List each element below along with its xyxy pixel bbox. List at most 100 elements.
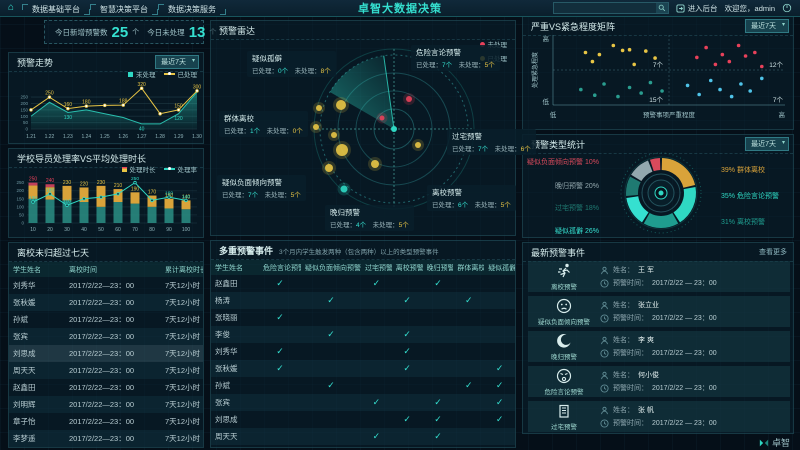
event-item[interactable]: 危险言论预警姓名：何小俊预警时间：2017/2/22 — 23：00 xyxy=(528,366,790,397)
leave-table-header: 学生姓名 离校时间 累计离校时长 xyxy=(9,262,203,277)
cell-name: 章子怡 xyxy=(9,416,65,427)
cell-time: 2017/2/22—23：00 xyxy=(65,348,161,359)
donut-label-离校预警: 31% 离校预警 xyxy=(721,217,765,227)
radar-node-5[interactable]: 晚归预警已处理：4个 未处理：5个 xyxy=(325,205,414,231)
check-icon: ✓ xyxy=(259,346,301,357)
table-row[interactable]: 赵鑫田2017/2/22—23：007天12小时 xyxy=(9,379,203,396)
angry-face-icon xyxy=(555,367,573,385)
welcome-text: 欢迎您，admin xyxy=(725,3,775,14)
cell-duration: 7天12小时 xyxy=(161,314,203,325)
event-item[interactable]: 过宅预警 姓名：张 帆预警时间： 2017/2/22 — 23：00 xyxy=(528,401,790,432)
svg-text:220: 220 xyxy=(80,181,89,187)
svg-text:230: 230 xyxy=(97,180,106,186)
multi-warning-title: 多重预警事件3个月内学生触发两种（包含两种）以上的类型预警事件 xyxy=(211,241,515,260)
power-icon[interactable] xyxy=(782,3,792,13)
svg-text:12个: 12个 xyxy=(769,61,783,69)
time-label: 预警时间： xyxy=(613,383,648,393)
table-row[interactable]: 张宾✓✓✓ xyxy=(211,394,515,411)
table-row[interactable]: 刘秀华✓✓ xyxy=(211,343,515,360)
legend-item: 处理时长 xyxy=(122,164,156,174)
radar-node-4[interactable]: 疑似负面倾向预警已处理：7个 未处理：5个 xyxy=(217,175,306,201)
table-row[interactable]: 张宾2017/2/22—23：007天12小时 xyxy=(9,328,203,345)
event-name-row: 姓名：张 帆 xyxy=(600,405,790,415)
event-name: 王 军 xyxy=(638,265,654,275)
cell-time: 2017/2/22—23：00 xyxy=(65,331,161,342)
table-row[interactable]: 周天天✓✓ xyxy=(211,428,515,445)
radar-node-1[interactable]: 危险言论预警已处理：7个 未处理：5个 xyxy=(411,45,500,71)
table-row[interactable]: 张秋媛2017/2/22—23：007天12小时 xyxy=(9,294,203,311)
check-icon: ✓ xyxy=(484,380,515,391)
svg-text:40: 40 xyxy=(139,126,145,132)
table-row[interactable]: 孙斌✓✓✓ xyxy=(211,377,515,394)
cell-time: 2017/2/22—23：00 xyxy=(65,382,161,393)
table-row[interactable]: 张晓丽✓ xyxy=(211,309,515,326)
view-more-link[interactable]: 查看更多 xyxy=(759,247,787,257)
search-input[interactable] xyxy=(554,4,656,12)
table-row[interactable]: 张秋媛✓✓✓ xyxy=(211,360,515,377)
svg-text:200: 200 xyxy=(16,188,24,193)
home-icon[interactable]: ⌂ xyxy=(8,3,14,13)
table-row[interactable]: 孙斌2017/2/22—23：007天12小时 xyxy=(9,311,203,328)
cell-name: 李俊 xyxy=(211,329,259,340)
check-icon: ✓ xyxy=(301,329,361,340)
svg-text:320: 320 xyxy=(137,82,146,88)
cell-name: 赵鑫田 xyxy=(9,382,65,393)
warning-type-donut xyxy=(603,149,719,237)
table-row[interactable]: 刘思成2017/2/22—23：007天12小时 xyxy=(9,345,203,362)
radar-node-3[interactable]: 过宅预警已处理：7个 未处理：6个 xyxy=(447,129,536,155)
table-row[interactable]: 章子怡2017/2/22—23：007天12小时 xyxy=(9,413,203,430)
cell-name: 张秋媛 xyxy=(211,363,259,374)
table-row[interactable]: 李梦遥2017/2/22—23：007天12小时 xyxy=(9,430,203,447)
person-icon xyxy=(600,371,609,380)
radar-node-6[interactable]: 离校预警已处理：6个 未处理：5个 xyxy=(427,185,516,211)
name-label: 姓名： xyxy=(613,300,634,310)
cell-time: 2017/2/22—23：00 xyxy=(65,416,161,427)
svg-text:200: 200 xyxy=(20,101,28,106)
radar-node-0[interactable]: 疑似孤僻已处理：0个 未处理：8个 xyxy=(247,51,336,77)
event-item[interactable]: 疑似负面倾向预警姓名：张立业预警时间：2017/2/22 — 23：00 xyxy=(528,296,790,327)
table-row[interactable]: 刘思成✓✓✓ xyxy=(211,411,515,428)
svg-text:50: 50 xyxy=(98,227,104,233)
search-icon[interactable] xyxy=(656,3,668,13)
event-type-label: 过宅预警 xyxy=(551,421,577,431)
enter-backend-button[interactable]: 进入后台 xyxy=(676,3,718,14)
svg-text:250: 250 xyxy=(131,176,139,182)
new-warnings-value: 25 xyxy=(112,25,129,40)
svg-text:40: 40 xyxy=(81,227,87,233)
table-row[interactable]: 刘明辉2017/2/22—23：007天12小时 xyxy=(9,396,203,413)
cell-name: 孙斌 xyxy=(211,380,259,391)
warning-type-range-dropdown[interactable]: 最近7天 xyxy=(745,137,789,151)
name-label: 姓名： xyxy=(613,405,634,415)
multi-table-body: 赵鑫田✓✓✓杨涛✓✓✓张晓丽✓李俊✓✓刘秀华✓✓张秋媛✓✓✓孙斌✓✓✓张宾✓✓✓… xyxy=(211,275,515,445)
time-label: 预警时间： xyxy=(613,313,648,323)
radar-node-2[interactable]: 群体离校已处理：1个 未处理：0个 xyxy=(219,111,308,137)
event-item[interactable]: 离校预警姓名：王 军预警时间：2017/2/22 — 23：00 xyxy=(528,261,790,292)
tab-1[interactable]: 智慧决策平台 xyxy=(90,3,158,16)
check-icon: ✓ xyxy=(259,278,301,289)
table-row[interactable]: 李俊✓✓ xyxy=(211,326,515,343)
event-name: 何小俊 xyxy=(638,370,659,380)
check-icon: ✓ xyxy=(301,380,361,391)
cell-name: 李梦遥 xyxy=(9,433,65,444)
svg-text:130: 130 xyxy=(64,115,73,121)
cell-time: 2017/2/22—23：00 xyxy=(65,399,161,410)
pending-label: 今日未处理 xyxy=(147,27,185,38)
check-icon: ✓ xyxy=(423,397,454,408)
table-row[interactable]: 刘秀华2017/2/22—23：007天12小时 xyxy=(9,277,203,294)
cell-time: 2017/2/22—23：00 xyxy=(65,297,161,308)
trend-range-dropdown[interactable]: 最近7天 xyxy=(155,55,199,69)
time-label: 预警时间： xyxy=(613,418,648,428)
event-type-label: 危险言论预警 xyxy=(545,386,584,396)
event-time: 2017/2/22 — 23：00 xyxy=(652,418,717,428)
svg-text:120: 120 xyxy=(174,116,183,122)
tab-0[interactable]: 数据基础平台 xyxy=(22,3,90,16)
table-row[interactable]: 杨涛✓✓✓ xyxy=(211,292,515,309)
svg-text:低: 低 xyxy=(543,97,550,106)
tab-2[interactable]: 数据决策服务 xyxy=(158,3,226,16)
table-row[interactable]: 赵鑫田✓✓✓ xyxy=(211,275,515,292)
event-item[interactable]: 晚归预警姓名：李 爽预警时间：2017/2/22 — 23：00 xyxy=(528,331,790,362)
page-title: 卓智大数据决策 xyxy=(358,0,442,16)
table-row[interactable]: 周天天2017/2/22—23：007天12小时 xyxy=(9,362,203,379)
counselor-chart: 0501001502002501020304050607080901002502… xyxy=(11,175,203,237)
svg-text:1.29: 1.29 xyxy=(174,134,184,140)
